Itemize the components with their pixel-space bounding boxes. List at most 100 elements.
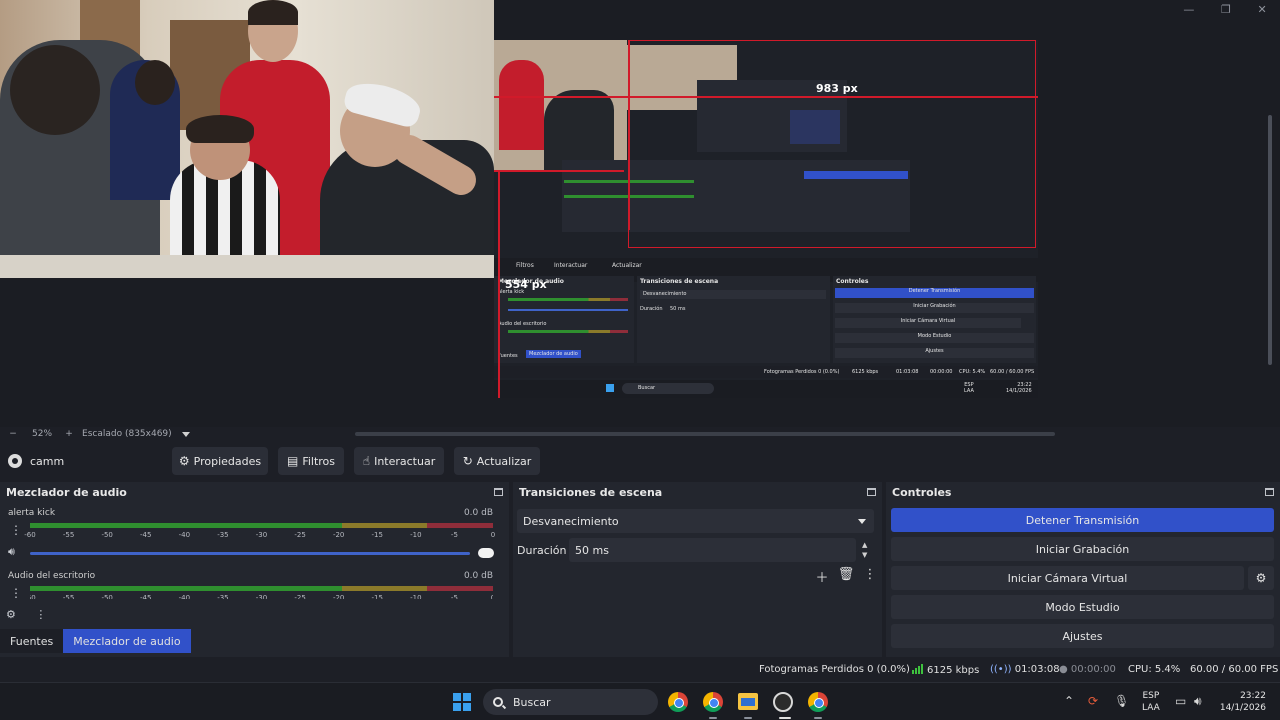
maximize-icon[interactable]: ❐ (1221, 3, 1231, 16)
record-icon: ● (1059, 664, 1068, 675)
lang-line-1: ESP (1142, 691, 1160, 701)
nested-tab-refresh: Actualizar (612, 262, 642, 269)
webcam-source-image[interactable] (0, 0, 494, 278)
chrome-second-icon[interactable] (808, 692, 828, 712)
preview-vertical-scrollbar[interactable] (1266, 40, 1274, 370)
duration-label: Duración (517, 543, 567, 557)
meter-tick-label: -40 (178, 531, 191, 539)
nested-duration-value: 50 ms (670, 306, 686, 312)
sync-icon[interactable]: ⟳ (1088, 694, 1098, 708)
tab-sources[interactable]: Fuentes (0, 629, 64, 653)
close-icon[interactable]: ✕ (1257, 3, 1266, 16)
obs-icon[interactable] (773, 692, 793, 712)
microphone-icon[interactable]: 🎙︎ (1114, 694, 1129, 708)
filter-icon: ▤ (286, 454, 299, 468)
zoom-out-button[interactable]: − (6, 429, 20, 439)
taskbar-clock[interactable]: 23:22 14/1/2026 (1218, 690, 1266, 714)
duration-stepper[interactable]: ▲ ▼ (862, 540, 867, 560)
transition-select[interactable]: Desvanecimiento (517, 509, 874, 533)
undock-icon[interactable] (1265, 488, 1274, 496)
stop-stream-button[interactable]: Detener Transmisión (891, 508, 1274, 532)
start-recording-button[interactable]: Iniciar Grabación (891, 537, 1274, 561)
meter-tick-label: -55 (62, 594, 75, 599)
preview-canvas[interactable]: — ❐ ✕ Filtros Interactuar Actualizar Mez… (0, 0, 1280, 427)
nested-lang-2: LAA (964, 388, 974, 394)
tab-audio-mixer[interactable]: Mezclador de audio (63, 629, 191, 653)
advanced-audio-icon[interactable]: ⚙ (6, 608, 16, 621)
nested-tab-mixer: Mezclador de audio (526, 350, 581, 358)
cpu-usage: CPU: 5.4% (1128, 664, 1181, 675)
nested-status-dropped: Fotogramas Perdidos 0 (0.0%) (764, 369, 840, 375)
fps-status: 60.00 / 60.00 FPS (1190, 664, 1279, 675)
meter-tick-label: -5 (450, 594, 458, 599)
undock-icon[interactable] (494, 488, 503, 496)
refresh-button[interactable]: ↻ Actualizar (454, 447, 540, 475)
chrome-profile-icon[interactable] (703, 692, 723, 712)
settings-button[interactable]: Ajustes (891, 624, 1274, 648)
preview-horizontal-scrollbar[interactable] (355, 432, 1055, 436)
transitions-title: Transiciones de escena (519, 485, 663, 499)
broadcast-icon: ((•)) (990, 664, 1012, 675)
bitrate-status: 6125 kbps (912, 664, 979, 677)
stream-time: 01:03:08 (1014, 664, 1060, 675)
channel-menu-icon[interactable]: ⋮ (10, 587, 22, 599)
volume-meter (30, 523, 493, 528)
properties-button[interactable]: ⚙ Propiedades (172, 447, 268, 475)
file-explorer-icon[interactable] (738, 693, 758, 710)
nested-control-1: Iniciar Grabación (835, 303, 1034, 313)
interact-button[interactable]: ☝ Interactuar (354, 447, 444, 475)
record-time-status: ● 00:00:00 (1059, 664, 1116, 675)
mixer-menu-icon[interactable]: ⋮ (35, 608, 46, 621)
interact-label: Interactuar (374, 454, 436, 468)
minimize-icon[interactable]: — (1183, 3, 1194, 16)
start-virtual-camera-button[interactable]: Iniciar Cámara Virtual (891, 566, 1244, 590)
transition-selected: Desvanecimiento (523, 514, 619, 528)
chrome-icon[interactable] (668, 692, 688, 712)
meter-tick-label: -55 (62, 531, 75, 539)
chevron-down-icon[interactable] (181, 431, 190, 437)
filters-button[interactable]: ▤ Filtros (278, 447, 344, 475)
taskbar-search[interactable]: Buscar (483, 689, 658, 715)
meter-tick-label: -50 (101, 531, 113, 539)
studio-mode-button[interactable]: Modo Estudio (891, 595, 1274, 619)
volume-slider-track[interactable] (30, 552, 470, 555)
duration-input[interactable]: 50 ms (569, 538, 856, 562)
channel-menu-icon[interactable]: ⋮ (10, 524, 22, 536)
meter-tick-label: -5 (450, 531, 458, 539)
record-time: 00:00:00 (1070, 664, 1116, 675)
volume-icon[interactable]: 🔊︎ (1194, 694, 1202, 709)
meter-tick-label: -25 (294, 594, 306, 599)
status-bar: Fotogramas Perdidos 0 (0.0%) 6125 kbps (… (0, 658, 1280, 682)
language-indicator[interactable]: ESP LAA (1142, 690, 1160, 714)
signal-bars-icon (912, 664, 924, 677)
source-bounding-box[interactable] (628, 40, 1036, 248)
meter-tick-label: -10 (410, 531, 422, 539)
nested-taskbar-search: Buscar (622, 383, 714, 394)
virtual-camera-settings-button[interactable]: ⚙ (1248, 566, 1274, 590)
volume-slider-knob[interactable] (478, 548, 494, 558)
windows-start-icon[interactable] (453, 693, 471, 711)
nested-controls-title: Controles (836, 278, 869, 285)
add-icon[interactable]: ＋ (810, 567, 834, 586)
chevron-down-icon (858, 518, 866, 524)
network-icon[interactable]: ▭ (1175, 694, 1186, 708)
source-name: camm (30, 454, 65, 468)
stream-time-status: ((•)) 01:03:08 (990, 664, 1060, 675)
chevron-up-icon[interactable]: ⌃ (1064, 694, 1074, 708)
undock-icon[interactable] (867, 488, 876, 496)
guide-line-horizontal-2 (494, 170, 624, 172)
gear-icon: ⚙ (1255, 571, 1267, 585)
height-measure-label: 554 px (505, 278, 547, 291)
scale-dropdown[interactable]: Escalado (835x469) (82, 429, 172, 439)
speaker-icon[interactable]: 🔊︎ (8, 545, 15, 559)
meter-tick-label: -60 (30, 594, 36, 599)
camera-source-icon (8, 454, 22, 468)
meter-tick-label: 0 (490, 531, 496, 539)
zoom-in-button[interactable]: + (62, 429, 76, 439)
clock-time: 23:22 (1240, 691, 1266, 701)
nested-tab-interact: Interactuar (554, 262, 588, 269)
more-icon[interactable]: ⋮ (858, 567, 882, 586)
nested-control-4: Ajustes (835, 348, 1034, 358)
trash-icon[interactable]: 🗑︎ (834, 567, 858, 586)
gear-icon: ⚙ (178, 454, 190, 468)
